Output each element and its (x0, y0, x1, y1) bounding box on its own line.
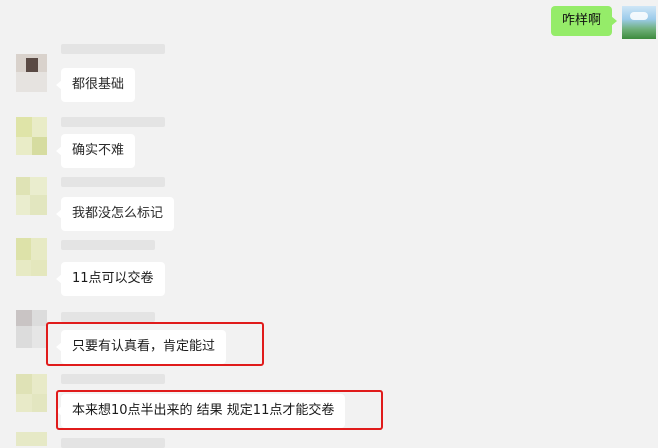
message-text: 都很基础 (72, 77, 125, 92)
message-bubble[interactable]: 确实不难 (55, 134, 136, 168)
sender-name (61, 240, 155, 250)
avatar-cloud-decoration (630, 12, 648, 20)
outgoing-message-text: 咋样啊 (561, 13, 601, 28)
sender-name (61, 177, 165, 187)
message-bubble[interactable]: 都很基础 (55, 68, 136, 102)
outgoing-message-bubble[interactable]: 咋样啊 (551, 6, 617, 36)
red-highlight-box (56, 390, 383, 430)
message-bubble[interactable]: 11点可以交卷 (56, 262, 165, 296)
sender-avatar[interactable] (16, 374, 47, 412)
message-bubble[interactable]: 我都没怎么标记 (55, 197, 175, 231)
sender-avatar[interactable] (16, 432, 47, 446)
sender-avatar[interactable] (16, 177, 47, 215)
sender-avatar[interactable] (16, 117, 47, 155)
sender-name (61, 312, 155, 322)
red-highlight-box (46, 322, 264, 366)
message-text: 我都没怎么标记 (72, 206, 164, 221)
sender-name (61, 117, 165, 127)
self-avatar[interactable] (622, 6, 656, 39)
sender-avatar[interactable] (16, 54, 47, 92)
sender-avatar[interactable] (16, 238, 47, 276)
chat-window: 咋样啊 都很基础 确实不难 我都没怎么标记 11点可以交卷 只要有认真看，肯定能… (0, 0, 658, 448)
sender-name (61, 374, 165, 384)
sender-name (61, 44, 165, 54)
sender-avatar[interactable] (16, 310, 47, 348)
sender-name (61, 438, 165, 448)
message-text: 确实不难 (72, 143, 125, 158)
message-text: 11点可以交卷 (72, 271, 154, 286)
